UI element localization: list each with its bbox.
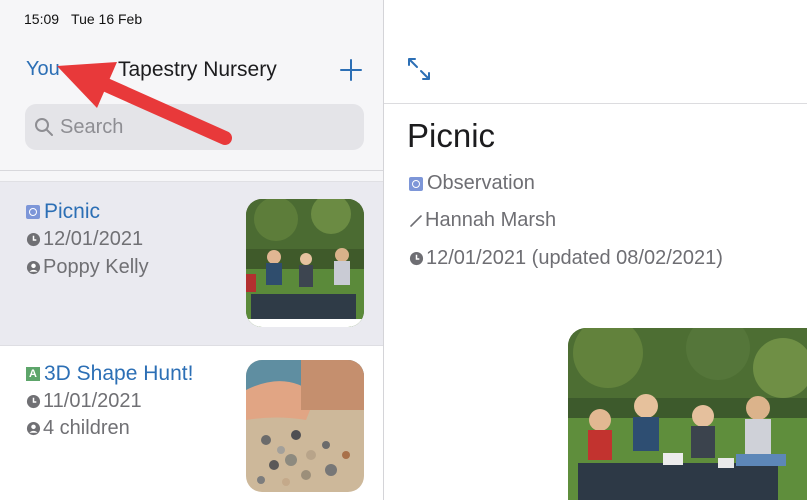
pencil-icon (409, 214, 423, 228)
list-item-date: 11/01/2021 (26, 390, 142, 413)
person-icon (26, 260, 41, 275)
clock-icon (26, 232, 41, 247)
list-item-person-text: Poppy Kelly (43, 256, 149, 278)
detail-date-text: 12/01/2021 (updated 08/02/2021) (426, 247, 723, 269)
detail-date: 12/01/2021 (updated 08/02/2021) (409, 247, 723, 270)
detail-type: Observation (409, 172, 535, 195)
status-time: 15:09 (24, 11, 60, 27)
status-bar: 15:09 Tue 16 Feb (24, 11, 142, 27)
list-item-date: 12/01/2021 (26, 228, 143, 251)
clock-icon (409, 251, 424, 266)
shape-hunt-thumbnail (246, 360, 364, 492)
detail-title: Picnic (407, 117, 496, 154)
person-icon (26, 421, 41, 436)
annotation-arrow (57, 62, 232, 145)
observation-icon (26, 205, 40, 219)
expand-icon[interactable] (406, 56, 432, 82)
activity-icon: A (26, 367, 40, 381)
detail-author-text: Hannah Marsh (425, 209, 557, 231)
status-date: Tue 16 Feb (71, 11, 143, 27)
list-item-title-text: Picnic (44, 200, 101, 223)
list-item-title: Picnic (26, 200, 100, 224)
list-item-person: 4 children (26, 417, 130, 440)
picnic-photo[interactable] (568, 328, 807, 500)
list-item-picnic[interactable]: Picnic 12/01/2021 Poppy Kelly (0, 181, 383, 346)
list-item-title: A 3D Shape Hunt! (26, 362, 193, 386)
list-item-date-text: 11/01/2021 (43, 390, 142, 412)
detail-author: Hannah Marsh (409, 209, 556, 232)
clock-icon (26, 394, 41, 409)
plus-icon[interactable] (339, 58, 363, 82)
observation-icon (409, 176, 423, 191)
list-item-person-text: 4 children (43, 417, 130, 439)
search-icon (34, 117, 54, 137)
detail-header-divider (384, 103, 807, 104)
list-item-3d-shape-hunt[interactable]: A 3D Shape Hunt! 11/01/2021 4 children (0, 346, 383, 500)
list-item-title-text: 3D Shape Hunt! (44, 362, 194, 385)
detail-pane: Picnic Observation Hannah Marsh 12/01/20… (384, 0, 807, 500)
list-divider (0, 170, 383, 171)
list-item-date-text: 12/01/2021 (43, 228, 144, 250)
detail-type-text: Observation (427, 172, 535, 194)
picnic-thumbnail (246, 199, 364, 327)
list-item-person: Poppy Kelly (26, 256, 149, 279)
